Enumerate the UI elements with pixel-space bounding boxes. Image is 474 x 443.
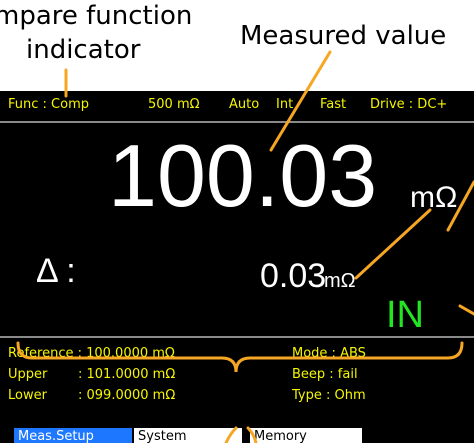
compare-function-callout-line2: indicator (26, 35, 141, 65)
measured-unit: mΩ (410, 181, 458, 214)
delta-value: 0.03 (260, 257, 327, 295)
beep-setting: Beep : fail (292, 367, 358, 382)
delta-label: Δ : (36, 252, 76, 290)
status-speed: Fast (320, 97, 347, 112)
upper-limit-value: : 101.0000 mΩ (78, 367, 176, 382)
tab-system[interactable]: System (134, 428, 242, 443)
status-divider (0, 121, 474, 123)
lcr-meter-screen: Func : Comp 500 mΩ Auto Int Fast Drive :… (0, 91, 474, 443)
status-function: Func : Comp (8, 97, 89, 112)
type-setting: Type : Ohm (292, 388, 366, 403)
reference-setting: Reference : 100.0000 mΩ (8, 346, 175, 361)
upper-limit-label: Upper (8, 367, 48, 382)
tab-meas-setup[interactable]: Meas.Setup (14, 428, 132, 443)
delta-unit: mΩ (324, 270, 356, 292)
status-drive: Drive : DC+ (370, 97, 448, 112)
compare-result-indicator: IN (386, 294, 424, 336)
lower-limit-label: Lower (8, 388, 47, 403)
measured-value: 100.03 (108, 126, 378, 225)
measured-value-callout: Measured value (240, 21, 447, 51)
lower-limit-value: : 099.0000 mΩ (78, 388, 176, 403)
tab-memory[interactable]: Memory (250, 428, 362, 443)
status-range-mode: Auto (229, 97, 260, 112)
compare-function-callout-line1: mpare function (0, 1, 193, 31)
status-range: 500 mΩ (148, 97, 200, 112)
settings-divider (0, 336, 474, 338)
status-trigger: Int (276, 97, 294, 112)
mode-setting: Mode : ABS (292, 346, 366, 361)
